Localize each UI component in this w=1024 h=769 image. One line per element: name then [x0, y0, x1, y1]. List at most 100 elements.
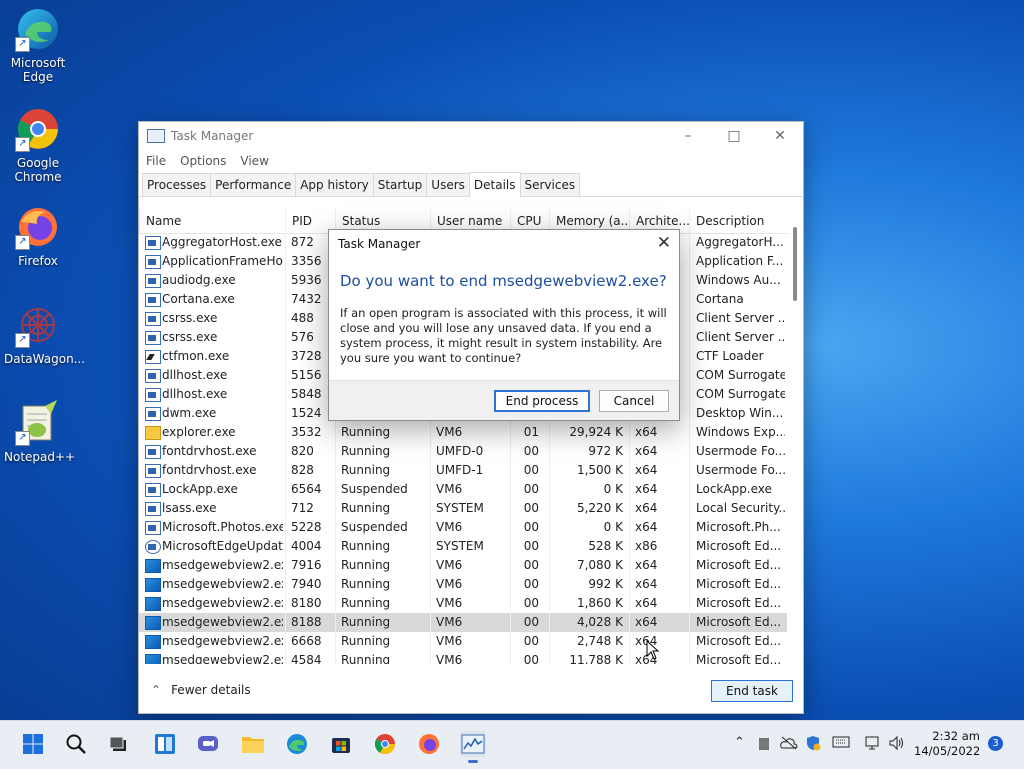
cell-arch: x64 [635, 577, 658, 591]
dialog-heading: Do you want to end msedgewebview2.exe? [340, 272, 667, 290]
scrollbar-thumb[interactable] [793, 227, 797, 301]
process-icon [145, 369, 161, 383]
widgets-icon [155, 734, 175, 754]
search-button[interactable] [63, 731, 89, 757]
firefox-icon [419, 734, 439, 754]
cell-name: fontdrvhost.exe [162, 463, 257, 477]
tab-processes[interactable]: Processes [142, 173, 212, 196]
volume-icon[interactable] [888, 735, 906, 755]
cell-name: LockApp.exe [162, 482, 238, 496]
tab-details[interactable]: Details [468, 172, 521, 197]
cell-description: Usermode Fo... [696, 444, 785, 458]
desktop-icon-edge[interactable]: ↗ Microsoft Edge [4, 6, 72, 84]
start-button[interactable] [20, 731, 46, 757]
cell-arch: x64 [635, 520, 658, 534]
cell-memory: 1,500 K [576, 463, 623, 477]
tab-users[interactable]: Users [426, 173, 470, 196]
cell-pid: 3532 [291, 425, 322, 439]
cancel-button[interactable]: Cancel [599, 390, 669, 412]
cell-user: VM6 [436, 482, 463, 496]
show-hidden-icons-chevron-icon[interactable]: ⌃ [734, 735, 745, 750]
shortcut-arrow-icon: ↗ [15, 235, 30, 250]
store-button[interactable] [328, 731, 354, 757]
cell-name: lsass.exe [162, 501, 217, 515]
taskbar-task-manager-button[interactable] [460, 731, 486, 763]
end-task-button[interactable]: End task [711, 680, 793, 702]
desktop-icon-label: Notepad++ [4, 450, 76, 464]
tray-app-icon[interactable] [758, 737, 770, 755]
column-header[interactable]: Description [689, 209, 788, 233]
minimize-button[interactable]: – [665, 122, 711, 150]
cell-cpu: 00 [523, 501, 539, 515]
dialog-message: If an open program is associated with th… [340, 306, 667, 365]
onedrive-offline-icon[interactable] [780, 736, 798, 754]
edge-webview-icon [145, 597, 161, 611]
cell-name: msedgewebview2.exe [162, 615, 283, 629]
cell-user: VM6 [436, 425, 463, 439]
cell-status: Running [341, 425, 391, 439]
desktop-icon-chrome[interactable]: ↗ Google Chrome [4, 106, 72, 184]
taskbar-edge-button[interactable] [284, 731, 310, 757]
security-shield-icon[interactable] [805, 735, 821, 755]
process-icon [145, 388, 161, 402]
cell-cpu: 00 [523, 577, 539, 591]
system-clock[interactable]: 2:32 am 14/05/2022 [914, 729, 980, 759]
maximize-button[interactable]: □ [711, 122, 757, 150]
process-icon [145, 502, 161, 516]
tab-performance[interactable]: Performance [210, 173, 297, 196]
cell-status: Running [341, 463, 391, 477]
desktop-icon-notepadpp[interactable]: ↗ Notepad++ [4, 400, 76, 464]
column-header[interactable]: Name [139, 209, 282, 233]
cell-description: Client Server ... [696, 311, 785, 325]
network-icon[interactable] [864, 735, 882, 755]
notification-badge[interactable]: 3 [988, 736, 1003, 751]
cell-user: VM6 [436, 520, 463, 534]
end-process-button[interactable]: End process [494, 390, 590, 412]
taskbar-chrome-button[interactable] [372, 731, 398, 757]
cell-description: Microsoft Ed... [696, 596, 782, 610]
cell-memory: 992 K [588, 577, 623, 591]
menu-options[interactable]: Options [180, 154, 226, 168]
fewer-details-toggle[interactable]: ⌃ Fewer details [151, 683, 251, 697]
tab-services[interactable]: Services [519, 173, 581, 196]
cell-cpu: 00 [523, 444, 539, 458]
cell-status: Running [341, 634, 391, 648]
cell-name: msedgewebview2.exe [162, 577, 283, 591]
dialog-close-button[interactable]: ✕ [657, 233, 671, 253]
tab-app-history[interactable]: App history [295, 173, 374, 196]
search-icon [66, 734, 86, 754]
task-view-button[interactable] [106, 731, 132, 757]
cell-description: Microsoft Ed... [696, 539, 782, 553]
cell-user: UMFD-1 [436, 463, 484, 477]
cell-description: Local Security... [696, 501, 785, 515]
file-explorer-button[interactable] [240, 731, 266, 757]
taskbar-firefox-button[interactable] [416, 731, 442, 757]
title-bar[interactable]: Task Manager – □ ✕ [139, 122, 803, 150]
cell-pid: 5936 [291, 273, 322, 287]
cell-description: AggregatorH... [696, 235, 784, 249]
cell-pid: 4004 [291, 539, 322, 553]
menu-file[interactable]: File [146, 154, 166, 168]
cell-pid: 7916 [291, 558, 322, 572]
cell-memory: 972 K [588, 444, 623, 458]
vertical-scrollbar[interactable] [789, 209, 803, 664]
desktop-icon-datawagon[interactable]: ↗ DataWagon... [4, 302, 85, 366]
cell-pid: 3728 [291, 349, 322, 363]
cell-pid: 488 [291, 311, 314, 325]
close-button[interactable]: ✕ [757, 122, 803, 150]
taskbar: ⌃ 2:32 am 14/05/2022 3 [0, 720, 1024, 769]
column-divider [689, 209, 690, 664]
teams-chat-button[interactable] [195, 731, 221, 757]
cell-name: dllhost.exe [162, 368, 228, 382]
widgets-button[interactable] [152, 731, 178, 757]
desktop-icon-firefox[interactable]: ↗ Firefox [4, 204, 72, 268]
cell-cpu: 01 [523, 425, 539, 439]
keyboard-icon[interactable] [832, 736, 850, 752]
process-icon [145, 274, 161, 288]
menu-view[interactable]: View [240, 154, 268, 168]
tab-startup[interactable]: Startup [372, 173, 428, 196]
cell-user: SYSTEM [436, 501, 484, 515]
shortcut-arrow-icon: ↗ [15, 37, 30, 52]
edge-webview-icon [145, 578, 161, 592]
tab-strip: Processes Performance App history Startu… [139, 172, 803, 197]
